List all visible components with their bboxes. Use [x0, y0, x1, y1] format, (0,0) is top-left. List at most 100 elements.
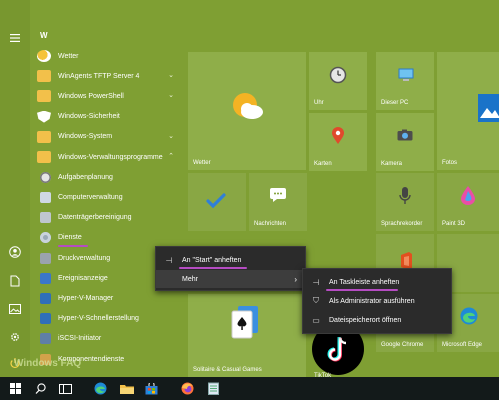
app-list-item[interactable]: iSCSI-Initiator — [34, 329, 180, 349]
documents-icon[interactable] — [8, 274, 22, 288]
settings-gear-icon[interactable] — [8, 330, 22, 344]
app-list-item[interactable]: Windows-Verwaltungsprogramme ⌃ — [34, 147, 180, 167]
submenu-more: ⊣ An Taskleiste anheften ⛉ Als Administr… — [302, 268, 452, 334]
gear-icon — [40, 232, 51, 244]
disk-icon — [40, 212, 51, 224]
tile-uhr[interactable]: Uhr — [309, 52, 367, 110]
app-list-item[interactable]: Datenträgerbereinigung — [34, 208, 180, 228]
chevron-down-icon: ⌄ — [168, 92, 174, 100]
watermark: Windows FAQ — [14, 358, 82, 369]
run-as-admin-item[interactable]: ⛉ Als Administrator ausführen — [303, 292, 451, 310]
tile-nachrichten[interactable]: Nachrichten — [249, 173, 307, 231]
tile-paint3d[interactable]: Paint 3D — [437, 173, 499, 231]
task-view-icon[interactable] — [58, 381, 73, 396]
edge-taskbar-icon[interactable] — [93, 381, 108, 396]
app-list-item[interactable]: Hyper-V-Manager — [34, 288, 180, 308]
hamburger-menu-icon[interactable] — [8, 31, 22, 45]
tile-fotos[interactable]: Fotos — [437, 52, 499, 170]
chevron-down-icon: ⌄ — [168, 132, 174, 140]
file-icon: ▭ — [312, 315, 320, 325]
hyperv-icon — [40, 292, 51, 304]
pin-taskbar-underline — [326, 289, 398, 291]
chevron-right-icon: › — [294, 274, 297, 284]
pin-icon: ⊣ — [312, 277, 320, 287]
app-list-item[interactable]: Windows-Sicherheit — [34, 107, 180, 127]
app-list-item[interactable]: Aufgabenplanung — [34, 167, 180, 187]
map-pin-icon — [332, 127, 344, 144]
app-list-item[interactable]: Wetter — [34, 46, 180, 66]
app-list-item-label: Wetter — [58, 52, 79, 60]
app-list-item-label: Windows-Verwaltungsprogramme — [58, 153, 163, 161]
chevron-up-icon: ⌃ — [168, 153, 174, 160]
photos-icon — [478, 94, 499, 122]
app-list-item-label: Hyper-V-Schnellerstellung — [58, 315, 139, 323]
printer-icon — [40, 252, 51, 264]
app-list-item[interactable]: Computerverwaltung — [34, 187, 180, 207]
hyperv-icon — [40, 313, 51, 325]
pictures-icon[interactable] — [8, 302, 22, 316]
computer-icon — [398, 68, 414, 81]
app-list-item-label: Windows PowerShell — [58, 92, 124, 100]
chevron-down-icon: ⌄ — [168, 72, 174, 80]
notepad-icon[interactable] — [206, 381, 221, 396]
app-list-item[interactable]: Hyper-V-Schnellerstellung — [34, 309, 180, 329]
app-list-item[interactable]: Dienste — [34, 228, 180, 248]
app-list-item-label: Ereignisanzeige — [58, 274, 108, 282]
open-file-location-item[interactable]: ▭ Dateispeicherort öffnen — [303, 311, 451, 329]
clock-icon — [329, 66, 347, 84]
user-account-icon[interactable] — [8, 245, 22, 259]
edge-icon — [460, 307, 478, 325]
shield-icon — [37, 110, 51, 123]
paint3d-icon — [461, 186, 475, 205]
computer-icon — [40, 191, 51, 203]
pin-start-underline — [179, 267, 247, 269]
microphone-icon — [399, 187, 411, 204]
folder-icon — [37, 90, 51, 103]
folder-icon — [37, 151, 51, 163]
section-letter[interactable]: W — [40, 31, 48, 40]
app-list-item-label: Windows-System — [58, 133, 113, 141]
iscsi-icon — [40, 333, 51, 345]
event-icon — [40, 272, 51, 284]
app-list-item[interactable]: Windows PowerShell ⌄ — [34, 86, 180, 106]
tile-aufgaben[interactable] — [188, 173, 246, 231]
clock-icon — [40, 171, 51, 183]
solitaire-cards-icon — [231, 306, 258, 339]
app-list-item-label: Windows-Sicherheit — [58, 113, 120, 121]
message-icon — [270, 188, 286, 202]
shield-admin-icon: ⛉ — [313, 296, 319, 305]
tile-wetter[interactable]: Wetter — [188, 52, 306, 170]
taskbar — [0, 377, 499, 400]
tile-karten[interactable]: Karten — [309, 113, 367, 171]
tile-solitaire[interactable]: Solitaire & Casual Games — [188, 294, 306, 377]
app-list-item[interactable]: Windows-System ⌄ — [34, 127, 180, 147]
folder-icon — [37, 130, 51, 143]
checkmark-icon — [206, 193, 226, 209]
app-list-item-label: Hyper-V-Manager — [58, 294, 114, 302]
tile-dieser-pc[interactable]: Dieser PC — [376, 52, 434, 110]
app-list-item-label: iSCSI-Initiator — [58, 335, 102, 343]
dienste-underline — [58, 244, 88, 247]
firefox-icon[interactable] — [180, 381, 195, 396]
tile-kamera[interactable]: Kamera — [376, 113, 434, 171]
pin-icon: ⊣ — [165, 255, 173, 265]
app-list-item-label: Aufgabenplanung — [58, 173, 113, 181]
windows-start-icon[interactable] — [8, 381, 23, 396]
folder-icon — [37, 70, 51, 83]
start-left-rail — [0, 0, 30, 377]
app-list-item-label: Druckverwaltung — [58, 254, 111, 262]
search-icon[interactable] — [33, 381, 48, 396]
app-list-item-label: Computerverwaltung — [58, 193, 123, 201]
weather-sun-icon — [233, 93, 263, 119]
weather-icon — [37, 50, 51, 62]
app-list-item-label: Datenträgerbereinigung — [58, 214, 132, 222]
app-list-item-label: Dienste — [58, 234, 82, 242]
more-item[interactable]: Mehr › — [156, 270, 305, 288]
camera-icon — [397, 129, 413, 141]
file-explorer-icon[interactable] — [119, 381, 134, 396]
app-list-item-label: WinAgents TFTP Server 4 — [58, 72, 140, 80]
context-menu: ⊣ An "Start" anheften Mehr › — [155, 246, 306, 291]
app-list-item[interactable]: WinAgents TFTP Server 4 ⌄ — [34, 66, 180, 86]
tile-sprachrekorder[interactable]: Sprachrekorder — [376, 173, 434, 231]
store-icon[interactable] — [144, 381, 159, 396]
